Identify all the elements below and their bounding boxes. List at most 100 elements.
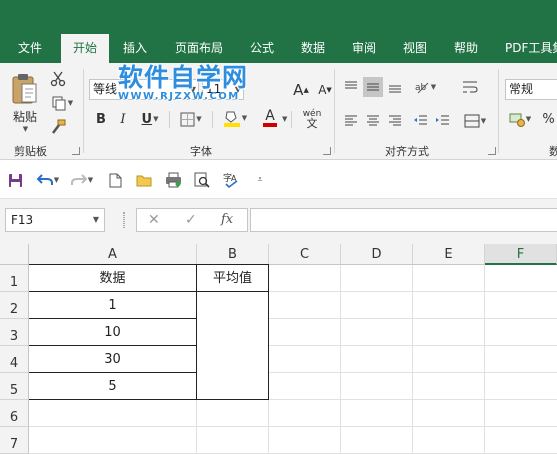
font-color-icon: A <box>265 108 275 124</box>
borders-button[interactable]: ▼ <box>176 109 206 129</box>
align-center-button[interactable] <box>363 111 383 131</box>
underline-icon: U <box>141 111 153 127</box>
new-file-button[interactable] <box>105 170 125 190</box>
cell-a3[interactable]: 10 <box>29 319 196 345</box>
column-header-e[interactable]: E <box>413 244 485 265</box>
tab-help[interactable]: 帮助 <box>454 36 478 63</box>
font-color-button[interactable]: A <box>255 107 285 129</box>
cancel-icon[interactable]: ✕ <box>148 209 160 231</box>
row-header-3[interactable]: 3 <box>0 319 29 346</box>
wrap-text-icon <box>463 81 478 93</box>
column-header-c[interactable]: C <box>269 244 341 265</box>
column-header-b[interactable]: B <box>197 244 269 265</box>
row-header-7[interactable]: 7 <box>0 427 29 454</box>
cell-b1[interactable]: 平均值 <box>197 265 268 291</box>
undo-button[interactable]: ▼ <box>34 170 62 190</box>
alignment-launcher-icon[interactable] <box>488 147 496 155</box>
ribbon-tab-bar: 文件 开始 插入 页面布局 公式 数据 审阅 视图 帮助 PDF工具集 <box>0 0 557 64</box>
increase-indent-button[interactable] <box>432 111 452 131</box>
borders-dropdown-icon: ▼ <box>196 115 202 123</box>
align-right-button[interactable] <box>385 111 405 131</box>
column-header-d[interactable]: D <box>341 244 413 265</box>
tab-file[interactable]: 文件 <box>18 36 42 63</box>
tab-data[interactable]: 数据 <box>301 36 325 63</box>
decrease-indent-button[interactable] <box>410 111 430 131</box>
grow-font-button[interactable]: A ▲ <box>290 79 312 100</box>
redo-button[interactable]: ▼ <box>68 170 96 190</box>
undo-icon <box>36 174 53 185</box>
tab-home[interactable]: 开始 <box>61 34 109 64</box>
ribbon: 粘贴 ▼ ▼ 剪贴板 等线 ▼ 11 ▼ A ▲ A ▼ B I U ▼ ▼ ▼… <box>0 63 557 160</box>
row-header-2[interactable]: 2 <box>0 292 29 319</box>
orientation-icon: ab <box>415 82 429 94</box>
clipboard-launcher-icon[interactable] <box>72 147 80 155</box>
row-header-1[interactable]: 1 <box>0 265 29 292</box>
cell-a1[interactable]: 数据 <box>29 265 196 291</box>
formula-input[interactable] <box>250 208 557 232</box>
select-all-corner[interactable] <box>0 244 29 265</box>
cell-a4[interactable]: 30 <box>29 346 196 372</box>
accounting-format-button[interactable]: ▼ <box>505 109 535 129</box>
floppy-disk-icon <box>8 173 22 187</box>
currency-icon <box>509 113 525 127</box>
row-header-4[interactable]: 4 <box>0 346 29 373</box>
column-header-a[interactable]: A <box>29 244 197 265</box>
insert-function-icon[interactable]: fx <box>221 209 233 231</box>
shrink-font-button[interactable]: A ▼ <box>314 79 336 100</box>
align-middle-button[interactable] <box>363 77 383 97</box>
paste-label: 粘贴 <box>12 110 37 124</box>
font-color-swatch <box>263 123 277 127</box>
font-color-dropdown-icon[interactable]: ▼ <box>282 115 287 123</box>
increase-indent-icon <box>435 115 449 125</box>
merge-center-button[interactable]: ▼ <box>460 111 490 131</box>
alignment-group-label: 对齐方式 <box>385 145 429 158</box>
row-header-6[interactable]: 6 <box>0 400 29 427</box>
paste-icon <box>12 74 37 104</box>
confirm-icon[interactable]: ✓ <box>185 209 197 231</box>
tab-pdf-tools[interactable]: PDF工具集 <box>505 36 557 63</box>
spelling-button[interactable]: 字A <box>221 170 241 190</box>
site-watermark: 软件自学网 WWW.RJZXW.COM <box>118 58 268 102</box>
tab-view[interactable]: 视图 <box>403 36 427 63</box>
fill-color-button[interactable]: ▼ <box>219 107 251 129</box>
column-header-f[interactable]: F <box>485 244 557 265</box>
name-box[interactable]: F13 ▼ <box>5 208 105 232</box>
wrap-text-button[interactable] <box>460 77 480 97</box>
align-left-button[interactable] <box>341 111 361 131</box>
group-separator <box>83 69 84 153</box>
resize-handle[interactable] <box>123 212 125 228</box>
copy-button[interactable]: ▼ <box>48 93 76 113</box>
cell-a2[interactable]: 1 <box>29 292 196 318</box>
align-bottom-icon <box>389 85 401 93</box>
align-bottom-button[interactable] <box>385 77 405 97</box>
cut-button[interactable] <box>48 69 68 89</box>
align-left-icon <box>345 115 357 126</box>
underline-button[interactable]: U ▼ <box>136 109 164 129</box>
save-button[interactable] <box>5 170 25 190</box>
table-border <box>29 399 269 400</box>
redo-icon <box>70 174 87 185</box>
worksheet-grid[interactable]: A B C D E F 1 2 3 4 5 6 7 数据 平均值 1 10 30… <box>0 244 557 454</box>
font-launcher-icon[interactable] <box>323 147 331 155</box>
paste-button[interactable]: 粘贴 ▼ <box>8 69 42 135</box>
print-preview-button[interactable] <box>192 170 212 190</box>
customize-qat-button[interactable]: ⩡ <box>250 170 270 190</box>
print-preview-icon <box>194 172 210 188</box>
row-header-5[interactable]: 5 <box>0 373 29 400</box>
format-painter-button[interactable] <box>48 117 68 137</box>
align-top-button[interactable] <box>341 77 361 97</box>
tab-review[interactable]: 审阅 <box>352 36 376 63</box>
print-button[interactable] <box>163 170 183 190</box>
number-format-combo[interactable]: 常规 <box>505 79 557 100</box>
bold-button[interactable]: B <box>92 109 110 129</box>
clipboard-group-label: 剪贴板 <box>14 145 47 158</box>
italic-button[interactable]: I <box>114 109 132 129</box>
merged-cell-b2-b5[interactable] <box>197 292 268 399</box>
table-border <box>268 264 269 400</box>
open-file-button[interactable] <box>134 170 154 190</box>
phonetic-button[interactable]: wén 文 <box>297 107 327 131</box>
fill-dropdown-icon: ▼ <box>241 114 248 122</box>
cell-a5[interactable]: 5 <box>29 373 196 399</box>
percent-style-button[interactable]: % <box>540 109 557 129</box>
orientation-button[interactable]: ab ▼ <box>410 77 440 97</box>
